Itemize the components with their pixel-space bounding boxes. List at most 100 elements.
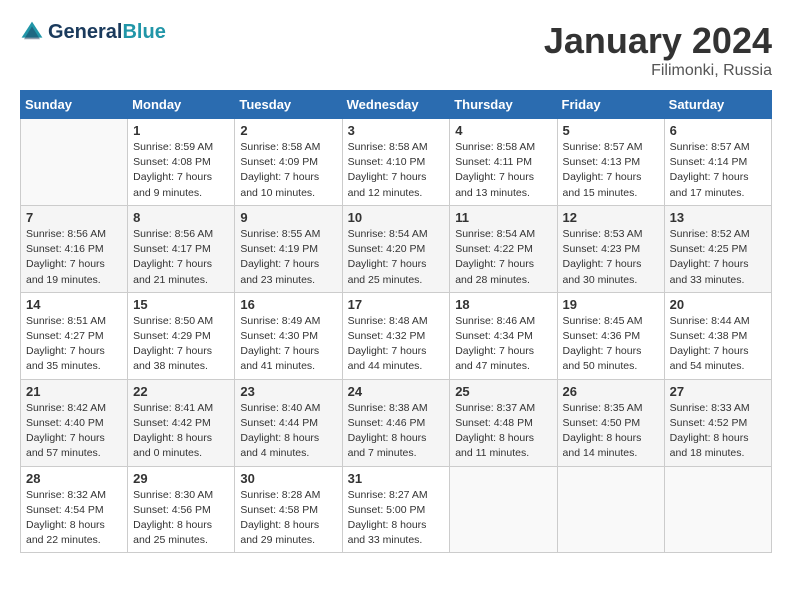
calendar-body: 1 Sunrise: 8:59 AM Sunset: 4:08 PM Daylig… xyxy=(21,119,772,553)
day-number: 8 xyxy=(133,210,229,225)
calendar-cell: 28 Sunrise: 8:32 AM Sunset: 4:54 PM Dayli… xyxy=(21,466,128,553)
day-info: Sunrise: 8:57 AM Sunset: 4:14 PM Dayligh… xyxy=(670,140,766,201)
header-day-wednesday: Wednesday xyxy=(342,91,450,119)
calendar-cell: 7 Sunrise: 8:56 AM Sunset: 4:16 PM Daylig… xyxy=(21,205,128,292)
day-info: Sunrise: 8:59 AM Sunset: 4:08 PM Dayligh… xyxy=(133,140,229,201)
calendar-cell: 20 Sunrise: 8:44 AM Sunset: 4:38 PM Dayli… xyxy=(664,292,771,379)
calendar-week-5: 28 Sunrise: 8:32 AM Sunset: 4:54 PM Dayli… xyxy=(21,466,772,553)
calendar-cell: 9 Sunrise: 8:55 AM Sunset: 4:19 PM Daylig… xyxy=(235,205,342,292)
day-info: Sunrise: 8:27 AM Sunset: 5:00 PM Dayligh… xyxy=(348,488,445,549)
day-number: 18 xyxy=(455,297,551,312)
day-number: 29 xyxy=(133,471,229,486)
day-info: Sunrise: 8:58 AM Sunset: 4:10 PM Dayligh… xyxy=(348,140,445,201)
day-number: 20 xyxy=(670,297,766,312)
header-day-thursday: Thursday xyxy=(450,91,557,119)
day-number: 14 xyxy=(26,297,122,312)
calendar-cell xyxy=(557,466,664,553)
calendar-cell xyxy=(664,466,771,553)
logo: GeneralBlue xyxy=(20,20,166,44)
day-info: Sunrise: 8:33 AM Sunset: 4:52 PM Dayligh… xyxy=(670,401,766,462)
calendar-cell: 8 Sunrise: 8:56 AM Sunset: 4:17 PM Daylig… xyxy=(128,205,235,292)
day-number: 11 xyxy=(455,210,551,225)
month-title: January 2024 xyxy=(544,20,772,62)
calendar-cell xyxy=(21,119,128,206)
day-info: Sunrise: 8:57 AM Sunset: 4:13 PM Dayligh… xyxy=(563,140,659,201)
calendar-cell: 18 Sunrise: 8:46 AM Sunset: 4:34 PM Dayli… xyxy=(450,292,557,379)
day-info: Sunrise: 8:32 AM Sunset: 4:54 PM Dayligh… xyxy=(26,488,122,549)
calendar-cell: 19 Sunrise: 8:45 AM Sunset: 4:36 PM Dayli… xyxy=(557,292,664,379)
day-info: Sunrise: 8:44 AM Sunset: 4:38 PM Dayligh… xyxy=(670,314,766,375)
day-number: 22 xyxy=(133,384,229,399)
day-number: 5 xyxy=(563,123,659,138)
calendar-cell: 25 Sunrise: 8:37 AM Sunset: 4:48 PM Dayli… xyxy=(450,379,557,466)
day-number: 28 xyxy=(26,471,122,486)
day-info: Sunrise: 8:54 AM Sunset: 4:22 PM Dayligh… xyxy=(455,227,551,288)
day-info: Sunrise: 8:54 AM Sunset: 4:20 PM Dayligh… xyxy=(348,227,445,288)
calendar-cell: 6 Sunrise: 8:57 AM Sunset: 4:14 PM Daylig… xyxy=(664,119,771,206)
day-info: Sunrise: 8:46 AM Sunset: 4:34 PM Dayligh… xyxy=(455,314,551,375)
header-day-saturday: Saturday xyxy=(664,91,771,119)
day-info: Sunrise: 8:45 AM Sunset: 4:36 PM Dayligh… xyxy=(563,314,659,375)
day-info: Sunrise: 8:40 AM Sunset: 4:44 PM Dayligh… xyxy=(240,401,336,462)
calendar-cell xyxy=(450,466,557,553)
calendar-cell: 31 Sunrise: 8:27 AM Sunset: 5:00 PM Dayli… xyxy=(342,466,450,553)
day-number: 7 xyxy=(26,210,122,225)
day-number: 17 xyxy=(348,297,445,312)
day-number: 12 xyxy=(563,210,659,225)
day-info: Sunrise: 8:50 AM Sunset: 4:29 PM Dayligh… xyxy=(133,314,229,375)
day-info: Sunrise: 8:49 AM Sunset: 4:30 PM Dayligh… xyxy=(240,314,336,375)
day-number: 30 xyxy=(240,471,336,486)
calendar-cell: 24Sunrise: 8:38 AM Sunset: 4:46 PM Dayli… xyxy=(342,379,450,466)
calendar-cell: 14 Sunrise: 8:51 AM Sunset: 4:27 PM Dayli… xyxy=(21,292,128,379)
day-number: 16 xyxy=(240,297,336,312)
calendar-cell: 5 Sunrise: 8:57 AM Sunset: 4:13 PM Daylig… xyxy=(557,119,664,206)
title-block: January 2024 Filimonki, Russia xyxy=(544,20,772,80)
logo-blue: Blue xyxy=(122,21,165,43)
logo-icon xyxy=(20,20,44,44)
day-number: 13 xyxy=(670,210,766,225)
day-number: 31 xyxy=(348,471,445,486)
calendar-cell: 13 Sunrise: 8:52 AM Sunset: 4:25 PM Dayli… xyxy=(664,205,771,292)
calendar-cell: 22 Sunrise: 8:41 AM Sunset: 4:42 PM Dayli… xyxy=(128,379,235,466)
day-number: 25 xyxy=(455,384,551,399)
calendar-week-3: 14 Sunrise: 8:51 AM Sunset: 4:27 PM Dayli… xyxy=(21,292,772,379)
calendar-cell: 2Sunrise: 8:58 AM Sunset: 4:09 PM Daylig… xyxy=(235,119,342,206)
day-number: 23 xyxy=(240,384,336,399)
calendar-week-4: 21Sunrise: 8:42 AM Sunset: 4:40 PM Dayli… xyxy=(21,379,772,466)
day-info: Sunrise: 8:42 AM Sunset: 4:40 PM Dayligh… xyxy=(26,401,122,462)
day-number: 6 xyxy=(670,123,766,138)
day-info: Sunrise: 8:55 AM Sunset: 4:19 PM Dayligh… xyxy=(240,227,336,288)
header-day-sunday: Sunday xyxy=(21,91,128,119)
calendar-table: SundayMondayTuesdayWednesdayThursdayFrid… xyxy=(20,90,772,553)
day-number: 4 xyxy=(455,123,551,138)
calendar-cell: 23 Sunrise: 8:40 AM Sunset: 4:44 PM Dayli… xyxy=(235,379,342,466)
calendar-cell: 11 Sunrise: 8:54 AM Sunset: 4:22 PM Dayli… xyxy=(450,205,557,292)
day-number: 9 xyxy=(240,210,336,225)
calendar-week-1: 1 Sunrise: 8:59 AM Sunset: 4:08 PM Daylig… xyxy=(21,119,772,206)
day-number: 26 xyxy=(563,384,659,399)
day-info: Sunrise: 8:52 AM Sunset: 4:25 PM Dayligh… xyxy=(670,227,766,288)
day-number: 19 xyxy=(563,297,659,312)
day-number: 1 xyxy=(133,123,229,138)
calendar-cell: 30Sunrise: 8:28 AM Sunset: 4:58 PM Dayli… xyxy=(235,466,342,553)
day-info: Sunrise: 8:56 AM Sunset: 4:17 PM Dayligh… xyxy=(133,227,229,288)
day-info: Sunrise: 8:37 AM Sunset: 4:48 PM Dayligh… xyxy=(455,401,551,462)
logo-general: General xyxy=(48,21,122,43)
day-info: Sunrise: 8:41 AM Sunset: 4:42 PM Dayligh… xyxy=(133,401,229,462)
day-number: 27 xyxy=(670,384,766,399)
calendar-cell: 21Sunrise: 8:42 AM Sunset: 4:40 PM Dayli… xyxy=(21,379,128,466)
day-info: Sunrise: 8:56 AM Sunset: 4:16 PM Dayligh… xyxy=(26,227,122,288)
calendar-week-2: 7 Sunrise: 8:56 AM Sunset: 4:16 PM Daylig… xyxy=(21,205,772,292)
calendar-cell: 10Sunrise: 8:54 AM Sunset: 4:20 PM Dayli… xyxy=(342,205,450,292)
calendar-cell: 12Sunrise: 8:53 AM Sunset: 4:23 PM Dayli… xyxy=(557,205,664,292)
calendar-cell: 27 Sunrise: 8:33 AM Sunset: 4:52 PM Dayli… xyxy=(664,379,771,466)
calendar-cell: 1 Sunrise: 8:59 AM Sunset: 4:08 PM Daylig… xyxy=(128,119,235,206)
day-info: Sunrise: 8:51 AM Sunset: 4:27 PM Dayligh… xyxy=(26,314,122,375)
day-number: 2 xyxy=(240,123,336,138)
day-info: Sunrise: 8:58 AM Sunset: 4:11 PM Dayligh… xyxy=(455,140,551,201)
day-info: Sunrise: 8:35 AM Sunset: 4:50 PM Dayligh… xyxy=(563,401,659,462)
day-number: 24 xyxy=(348,384,445,399)
calendar-cell: 4 Sunrise: 8:58 AM Sunset: 4:11 PM Daylig… xyxy=(450,119,557,206)
calendar-cell: 16 Sunrise: 8:49 AM Sunset: 4:30 PM Dayli… xyxy=(235,292,342,379)
calendar-header-row: SundayMondayTuesdayWednesdayThursdayFrid… xyxy=(21,91,772,119)
